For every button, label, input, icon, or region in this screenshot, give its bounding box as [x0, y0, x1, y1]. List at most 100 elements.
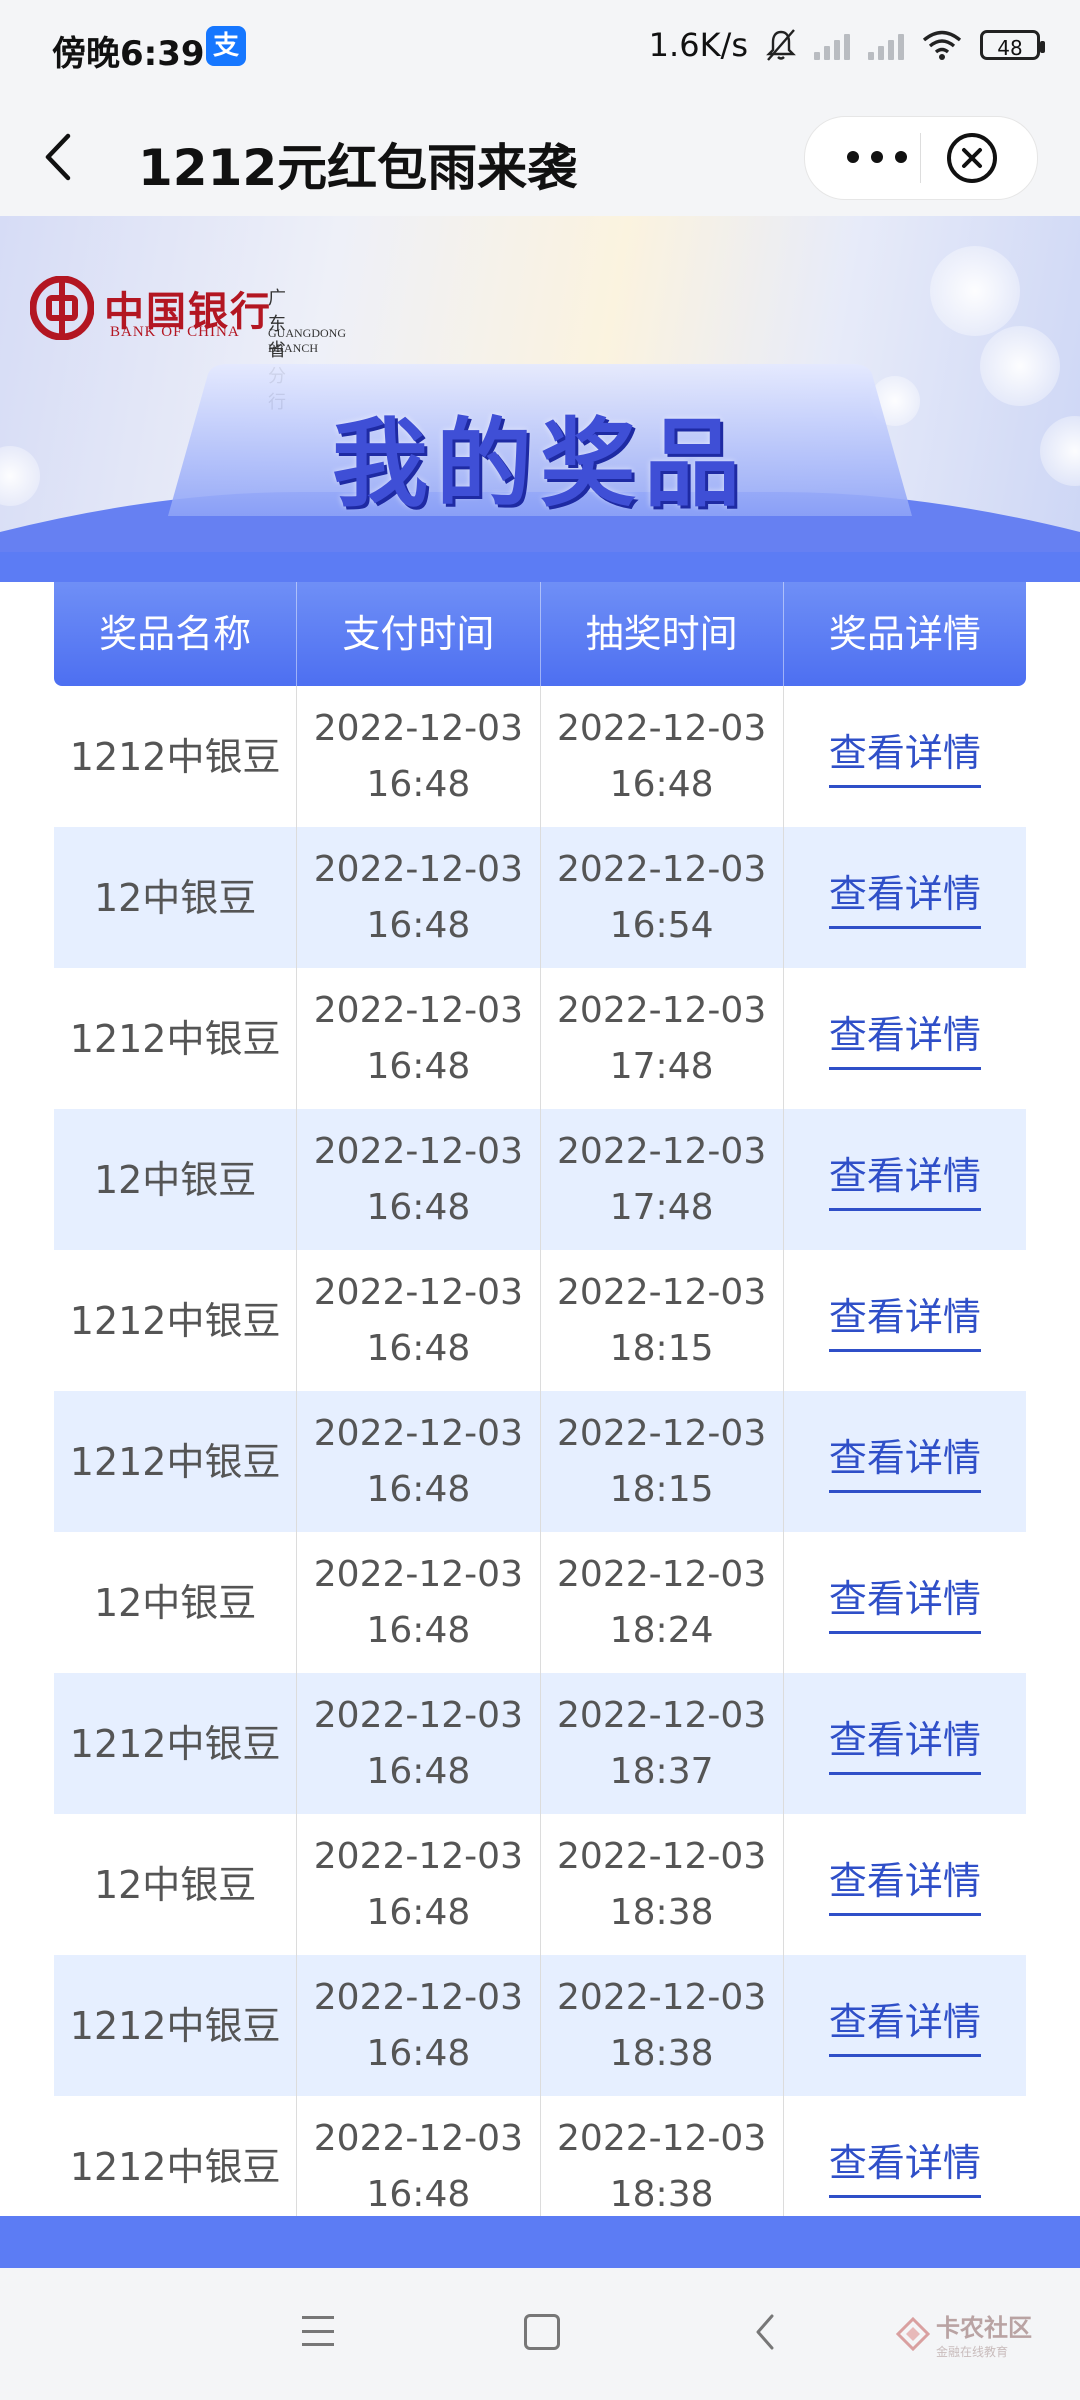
my-prizes-heading: 我的奖品	[332, 408, 748, 520]
table-row: 12中银豆 2022-12-03 16:48 2022-12-03 18:38 查看详情	[54, 1814, 1026, 1955]
pay-date: 2022-12-03	[313, 1976, 523, 2018]
bank-of-china-logo: 中国银行 BANK OF CHINA 广东省分行 GUANGDONG BRANC…	[30, 270, 346, 413]
table-row: 1212中银豆 2022-12-03 16:48 2022-12-03 18:15 查看详…	[54, 1250, 1026, 1391]
draw-time: 18:15	[609, 1468, 714, 1510]
prize-name: 1212中银豆	[69, 2144, 281, 2189]
prize-name: 1212中银豆	[69, 1439, 281, 1484]
pay-date: 2022-12-03	[313, 1694, 523, 1736]
draw-time: 18:37	[609, 1750, 714, 1792]
draw-date: 2022-12-03	[557, 1553, 767, 1595]
pay-time-cell: 2022-12-03 16:48	[297, 968, 541, 1109]
view-details-link[interactable]: 查看详情	[828, 1148, 981, 1211]
header-prize-detail: 奖品详情	[828, 612, 981, 656]
watermark-text: 卡农社区	[936, 2314, 1032, 2342]
pay-time: 16:48	[366, 1468, 471, 1510]
prize-name-cell: 12中银豆	[54, 827, 298, 968]
draw-time: 16:54	[609, 904, 714, 946]
pay-time-cell: 2022-12-03 16:48	[297, 686, 541, 827]
view-details-link[interactable]: 查看详情	[828, 1712, 981, 1775]
system-back-icon[interactable]	[752, 2312, 778, 2352]
view-details-link[interactable]: 查看详情	[828, 1853, 981, 1916]
detail-cell: 查看详情	[784, 1673, 1026, 1814]
draw-time: 18:38	[609, 1891, 714, 1933]
view-details-link[interactable]: 查看详情	[828, 1430, 981, 1493]
detail-cell: 查看详情	[784, 1532, 1026, 1673]
draw-date: 2022-12-03	[557, 1271, 767, 1313]
back-arrow-icon[interactable]	[38, 130, 82, 184]
bottom-band	[0, 2216, 1080, 2268]
pay-date: 2022-12-03	[313, 2117, 523, 2159]
page-title: 1212元红包雨来袭	[138, 139, 578, 197]
view-details-link[interactable]: 查看详情	[828, 1571, 981, 1634]
draw-time-cell: 2022-12-03 18:38	[541, 1955, 784, 2096]
draw-time-cell: 2022-12-03 18:38	[541, 1814, 784, 1955]
prize-name-cell: 1212中银豆	[54, 686, 298, 827]
draw-time: 18:38	[609, 2173, 714, 2215]
close-circle-icon[interactable]	[945, 131, 999, 185]
draw-date: 2022-12-03	[557, 1130, 767, 1172]
draw-date: 2022-12-03	[557, 1694, 767, 1736]
table-body: 1212中银豆 2022-12-03 16:48 2022-12-03 16:48 查看详…	[54, 686, 1026, 2222]
prize-name-cell: 12中银豆	[54, 1109, 298, 1250]
view-details-link[interactable]: 查看详情	[828, 1289, 981, 1352]
pay-date: 2022-12-03	[313, 989, 523, 1031]
pay-time-cell: 2022-12-03 16:48	[297, 827, 541, 968]
view-details-link[interactable]: 查看详情	[828, 1007, 981, 1070]
decor-bubble	[980, 326, 1060, 406]
status-right: 1.6K/s 48	[648, 26, 1045, 64]
status-time: 傍晚6:39	[52, 34, 205, 74]
prize-name: 1212中银豆	[69, 1721, 281, 1766]
draw-date: 2022-12-03	[557, 848, 767, 890]
view-details-link[interactable]: 查看详情	[828, 2135, 981, 2198]
pay-time: 16:48	[366, 2173, 471, 2215]
decor-bubble	[930, 246, 1020, 336]
view-details-link[interactable]: 查看详情	[828, 1994, 981, 2057]
bank-name-en: BANK OF CHINA	[110, 324, 240, 340]
prize-banner: 中国银行 BANK OF CHINA 广东省分行 GUANGDONG BRANC…	[0, 216, 1080, 582]
prize-name-cell: 1212中银豆	[54, 968, 298, 1109]
home-icon[interactable]	[524, 2314, 560, 2350]
draw-date: 2022-12-03	[557, 1835, 767, 1877]
pay-time: 16:48	[366, 1327, 471, 1369]
draw-time: 16:48	[609, 763, 714, 805]
prize-name: 1212中银豆	[69, 1016, 281, 1061]
prize-name-cell: 12中银豆	[54, 1814, 298, 1955]
pay-time: 16:48	[366, 1186, 471, 1228]
pay-time-cell: 2022-12-03 16:48	[297, 1532, 541, 1673]
draw-time: 18:24	[609, 1609, 714, 1651]
table-row: 1212中银豆 2022-12-03 16:48 2022-12-03 18:38 查看详…	[54, 2096, 1026, 2222]
view-details-link[interactable]: 查看详情	[828, 725, 981, 788]
table-row: 1212中银豆 2022-12-03 16:48 2022-12-03 18:15 查看详…	[54, 1391, 1026, 1532]
pay-time-cell: 2022-12-03 16:48	[297, 1955, 541, 2096]
pay-time-cell: 2022-12-03 16:48	[297, 1250, 541, 1391]
prize-name: 12中银豆	[93, 1580, 257, 1625]
more-options-icon[interactable]	[847, 144, 907, 170]
recent-apps-icon[interactable]	[302, 2316, 334, 2346]
prize-name: 1212中银豆	[69, 734, 281, 779]
pay-time: 16:48	[366, 1750, 471, 1792]
prize-name: 1212中银豆	[69, 1298, 281, 1343]
draw-date: 2022-12-03	[557, 1412, 767, 1454]
view-details-link[interactable]: 查看详情	[828, 866, 981, 929]
table-row: 1212中银豆 2022-12-03 16:48 2022-12-03 17:48 查看详…	[54, 968, 1026, 1109]
pay-time: 16:48	[366, 1045, 471, 1087]
detail-cell: 查看详情	[784, 1391, 1026, 1532]
mute-bell-icon	[766, 29, 796, 61]
detail-cell: 查看详情	[784, 1109, 1026, 1250]
pay-time: 16:48	[366, 1609, 471, 1651]
detail-cell: 查看详情	[784, 1250, 1026, 1391]
pay-time-cell: 2022-12-03 16:48	[297, 2096, 541, 2222]
capsule-divider	[920, 133, 921, 183]
pay-date: 2022-12-03	[313, 848, 523, 890]
pay-time: 16:48	[366, 763, 471, 805]
pay-time: 16:48	[366, 904, 471, 946]
prize-table: 奖品名称 支付时间 抽奖时间 奖品详情 1212中银豆 2022-12-03 16:…	[54, 582, 1026, 2222]
header-pay-time: 支付时间	[297, 582, 541, 686]
watermark: 卡农社区 金融在线教育	[896, 2308, 1032, 2360]
draw-time: 18:15	[609, 1327, 714, 1369]
signal-1-icon	[814, 30, 850, 60]
signal-2-icon	[868, 30, 904, 60]
pay-time-cell: 2022-12-03 16:48	[297, 1814, 541, 1955]
net-speed: 1.6K/s	[648, 26, 748, 64]
prize-name-cell: 1212中银豆	[54, 1673, 298, 1814]
